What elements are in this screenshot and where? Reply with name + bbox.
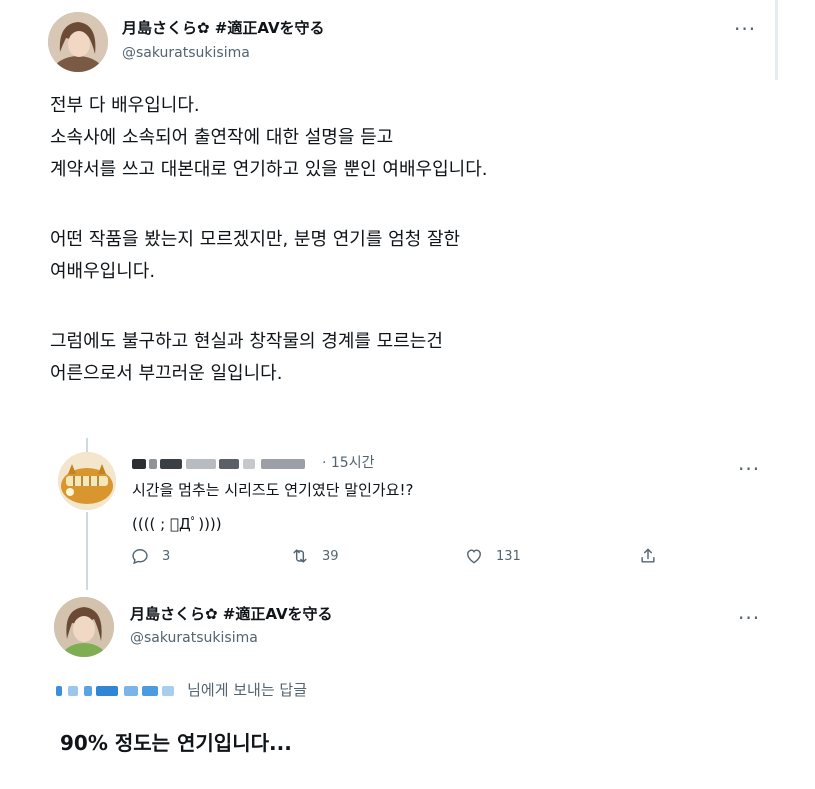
author-handle[interactable]: @sakuratsukisima: [130, 630, 258, 646]
tweet-line: 어른으로서 부끄러운 일입니다.: [50, 363, 283, 384]
tweet-line: [50, 186, 488, 218]
retweet-button[interactable]: 39: [290, 546, 339, 566]
author-name[interactable]: 月島さくら✿ #適正AVを守る: [130, 603, 333, 624]
reply-timestamp[interactable]: · 15시간: [322, 452, 374, 472]
retweet-icon: [293, 549, 307, 563]
author-name[interactable]: 月島さくら✿ #適正AVを守る: [122, 17, 325, 38]
answer-text: 90% 정도는 연기입니다...: [60, 731, 292, 755]
reply-count: 3: [162, 548, 171, 564]
reply-button[interactable]: 3: [130, 546, 170, 566]
thread-line-bottom: [86, 512, 88, 590]
tweet-line: 그럼에도 불구하고 현실과 창작물의 경계를 모르는건: [50, 331, 443, 352]
replying-to: 님에게 보내는 답글: [56, 679, 307, 700]
retweet-count: 39: [322, 548, 339, 564]
tweet-line: 계약서를 쓰고 대본대로 연기하고 있을 뿐인 여배우입니다.: [50, 159, 488, 180]
author-avatar[interactable]: [54, 597, 114, 657]
replier-avatar[interactable]: [58, 452, 116, 510]
tweet-line: 소속사에 소속되어 출연작에 대한 설명을 듣고: [50, 127, 394, 148]
tweet-line: [50, 288, 488, 320]
replying-to-suffix: 님에게 보내는 답글: [187, 681, 308, 699]
share-button[interactable]: [638, 546, 658, 566]
avatar-image: [48, 12, 108, 72]
tweet-line: 여배우입니다.: [50, 261, 156, 282]
author-avatar[interactable]: [48, 12, 108, 72]
replying-to-user-obscured[interactable]: [56, 680, 174, 699]
like-count: 131: [496, 548, 521, 564]
tweet-body: 전부 다 배우입니다. 소속사에 소속되어 출연작에 대한 설명을 듣고 계약서…: [50, 90, 488, 390]
catbus-avatar-image: [58, 452, 116, 510]
author-handle[interactable]: @sakuratsukisima: [122, 45, 250, 61]
avatar-image: [54, 597, 114, 657]
share-icon: [641, 548, 655, 563]
replier-name-obscured[interactable]: [132, 453, 305, 472]
more-icon[interactable]: ···: [738, 608, 760, 628]
tweet-line: 전부 다 배우입니다.: [50, 95, 200, 116]
scrollbar-track[interactable]: [775, 0, 778, 80]
like-button[interactable]: 131: [464, 546, 521, 566]
more-icon[interactable]: ···: [734, 19, 756, 39]
tweet-line: 어떤 작품을 봤는지 모르겠지만, 분명 연기를 엄청 잘한: [50, 229, 461, 250]
like-icon: [467, 549, 481, 564]
reply-text: 시간을 멈추는 시리즈도 연기였단 말인가요!?: [132, 481, 414, 499]
reply-emoticon: (((( ; ﾟДﾟ)))): [132, 515, 222, 533]
reply-icon: [132, 549, 148, 565]
more-icon[interactable]: ···: [738, 459, 760, 479]
